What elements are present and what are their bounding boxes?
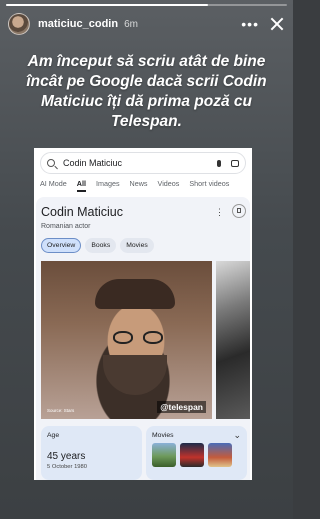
movie-poster [208,443,232,467]
photo-credit: Source: Stars [47,408,75,413]
tab-ai-mode: AI Mode [40,179,67,188]
tab-images: Images [95,179,120,188]
close-icon[interactable] [269,16,285,32]
tab-all: All [76,179,86,192]
bookmark-icon [232,204,246,218]
search-bar: Codin Maticiuc [40,152,246,174]
tab-videos: Videos [157,179,180,188]
info-row: Age 45 years 5 October 1980 Movies ⌄ [41,426,247,480]
chip-movies: Movies [120,238,154,253]
story-caption: Am început să scriu atât de bine încât p… [26,53,267,130]
movie-posters [152,443,232,467]
movie-poster [152,443,176,467]
photo-beard [103,355,167,395]
chip-books: Books [85,238,117,253]
age-value: 45 years [47,451,86,462]
google-screenshot[interactable]: Codin Maticiuc AI Mode All Images News V… [34,148,252,480]
photo-hair [95,279,175,309]
chevron-down-icon: ⌄ [233,430,241,440]
kebab-icon: ⋮ [215,207,224,217]
kp-chips: Overview Books Movies [41,238,154,253]
search-tabs: AI Mode All Images News Videos Short vid… [40,179,252,192]
age-card: Age 45 years 5 October 1980 [41,426,142,480]
mention-sticker[interactable]: @telespan [157,401,206,413]
age-label: Age [47,432,60,439]
knowledge-panel: Codin Maticiuc Romanian actor ⋮ Overview… [36,197,250,480]
mic-icon [217,159,221,167]
photo-glasses [113,331,163,345]
lens-icon [231,159,239,167]
search-query: Codin Maticiuc [63,158,123,168]
more-icon[interactable]: ••• [241,17,259,31]
story-progress-bar [6,4,287,6]
movies-label: Movies [152,432,174,439]
post-time: 6m [124,18,138,30]
story-header: maticiuc_codin 6m ••• [8,11,285,37]
kp-subtitle: Romanian actor [41,223,91,230]
side-photo [216,261,250,419]
movies-card: Movies ⌄ [146,426,247,480]
story-progress-fill [6,4,209,6]
kp-title: Codin Maticiuc [41,205,123,219]
main-photo: Source: Stars @telespan [41,261,212,419]
birth-date: 5 October 1980 [47,464,87,470]
tab-short-videos: Short videos [189,179,230,188]
movie-poster [180,443,204,467]
search-icon [47,159,55,167]
avatar[interactable] [8,13,30,35]
chip-overview: Overview [41,238,82,253]
username[interactable]: maticiuc_codin [38,18,118,30]
tab-news: News [129,179,148,188]
header-actions: ••• [241,16,285,32]
